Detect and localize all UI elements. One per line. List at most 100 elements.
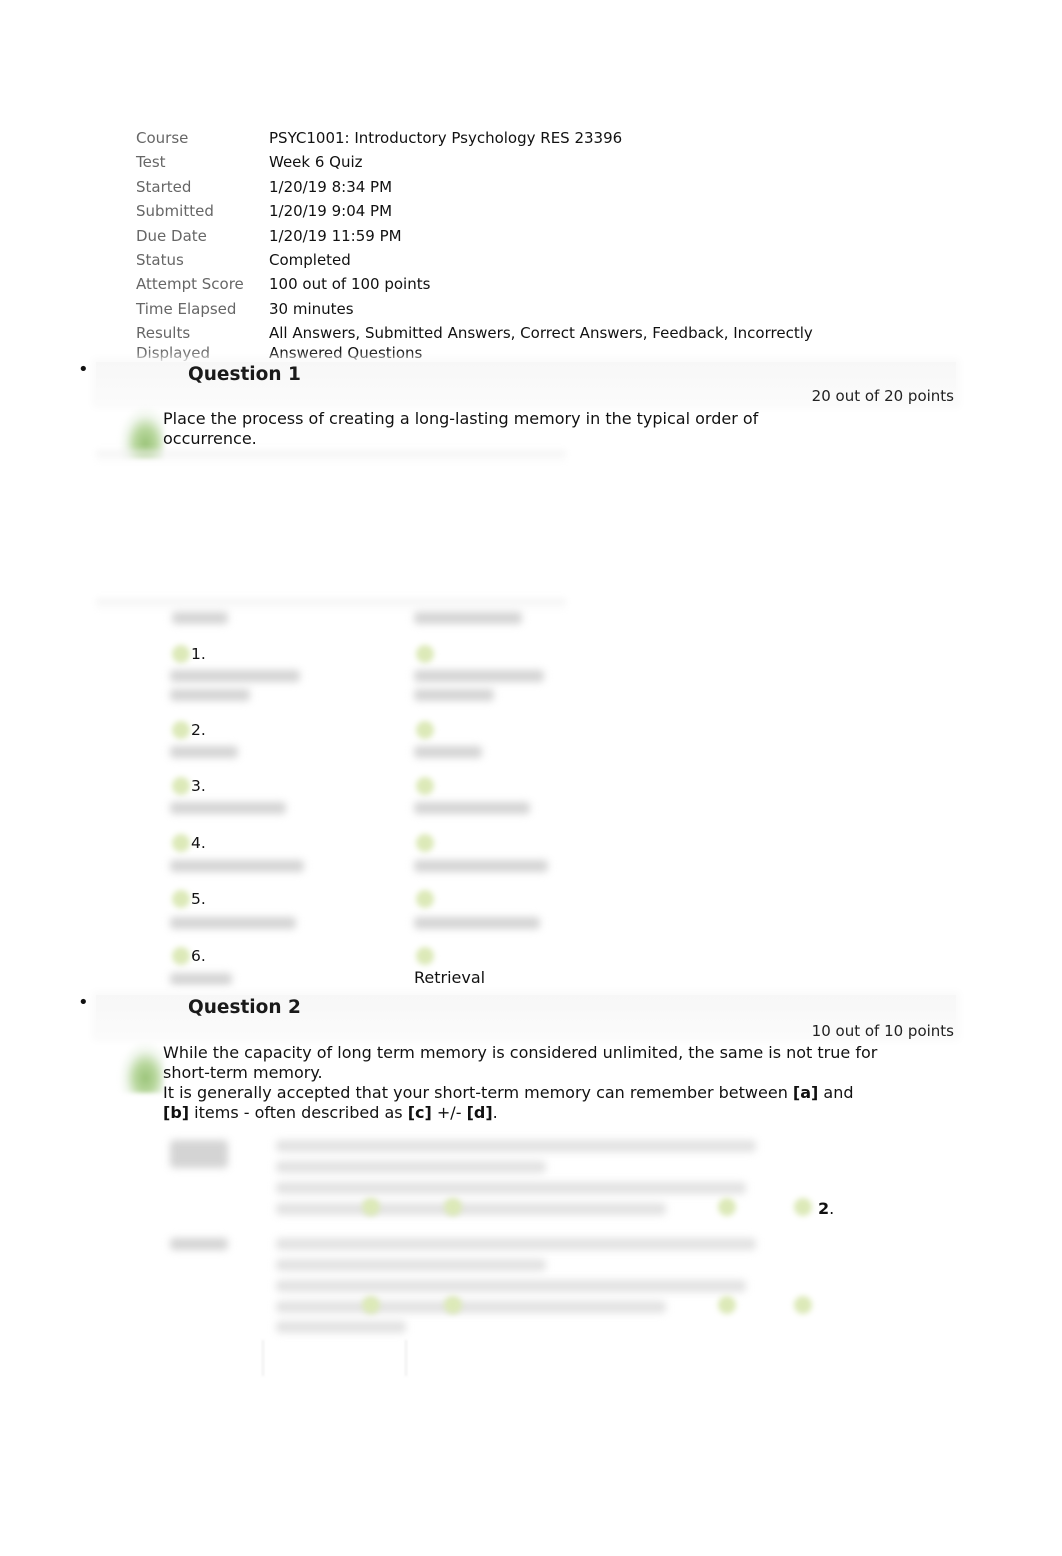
blank-b: [b]	[163, 1103, 190, 1122]
summary-value: Week 6 Quiz	[269, 153, 363, 172]
answer-number: 5.	[191, 890, 206, 908]
text-fragment: .	[492, 1103, 498, 1122]
answer-text-obscured	[276, 1203, 666, 1215]
summary-value: All Answers, Submitted Answers, Correct …	[269, 323, 889, 363]
correct-check-icon	[416, 777, 434, 795]
summary-value: 1/20/19 9:04 PM	[269, 202, 393, 221]
answer-text-obscured	[414, 670, 544, 682]
question-text: While the capacity of long term memory i…	[163, 1043, 883, 1123]
summary-label: Time Elapsed	[136, 299, 237, 318]
answer-text: Retrieval	[414, 968, 486, 987]
answer-text-obscured	[276, 1161, 546, 1173]
correct-check-icon	[172, 834, 190, 852]
answer-number: 4.	[191, 834, 206, 852]
answer-column-header-obscured	[172, 612, 228, 624]
divider	[262, 1340, 264, 1376]
list-bullet: •	[78, 359, 89, 380]
summary-row-course: Course PSYC1001: Introductory Psychology…	[136, 126, 889, 150]
answer-number: 3.	[191, 777, 206, 795]
correct-check-icon	[794, 1296, 812, 1314]
correct-check-icon	[172, 721, 190, 739]
correct-check-icon	[718, 1198, 736, 1216]
divider	[96, 450, 566, 464]
summary-row-test: Test Week 6 Quiz	[136, 150, 889, 174]
answer-text-obscured	[414, 689, 494, 701]
summary-value: PSYC1001: Introductory Psychology RES 23…	[269, 129, 623, 147]
answer-text-obscured	[170, 973, 232, 985]
answer-text-obscured	[276, 1140, 756, 1152]
summary-row-started: Started 1/20/19 8:34 PM	[136, 175, 889, 199]
correct-check-icon	[362, 1198, 380, 1216]
question-title: Question 2	[188, 997, 301, 1018]
correct-check-icon	[444, 1198, 462, 1216]
question-text-line: While the capacity of long term memory i…	[163, 1043, 878, 1082]
summary-value: 1/20/19 8:34 PM	[269, 177, 393, 196]
correct-check-icon	[416, 834, 434, 852]
summary-row-attempt-score: Attempt Score 100 out of 100 points	[136, 272, 889, 296]
correct-check-icon	[416, 947, 434, 965]
correct-check-icon	[794, 1198, 812, 1216]
blank-d: [d]	[466, 1103, 493, 1122]
answer-text-obscured	[276, 1301, 666, 1313]
text-fragment: +/-	[431, 1103, 467, 1122]
divider	[405, 1340, 407, 1376]
answer-number: 2.	[191, 721, 206, 739]
correct-check-icon	[718, 1296, 736, 1314]
answer-text-obscured	[276, 1259, 546, 1271]
answer-text-obscured	[414, 802, 530, 814]
answer-text-obscured	[414, 860, 548, 872]
answer-text-obscured	[170, 746, 238, 758]
correct-check-icon	[416, 890, 434, 908]
answer-label-obscured	[170, 1140, 228, 1168]
answer-column-header-obscured	[414, 612, 522, 624]
summary-value: Completed	[269, 251, 351, 270]
question-points: 10 out of 10 points	[811, 1022, 954, 1040]
answer-text-obscured	[170, 917, 296, 929]
blank-a: [a]	[792, 1083, 819, 1102]
attempt-summary: Course PSYC1001: Introductory Psychology…	[136, 126, 889, 363]
summary-label: Course	[136, 129, 189, 147]
correct-check-icon	[172, 890, 190, 908]
summary-value: 30 minutes	[269, 299, 354, 318]
answer-text-obscured	[276, 1182, 746, 1194]
summary-label: Submitted	[136, 202, 214, 221]
summary-label: Due Date	[136, 226, 207, 245]
answer-text-obscured	[276, 1280, 746, 1292]
answer-number: 1.	[191, 645, 206, 663]
summary-label: Test	[136, 153, 166, 172]
divider	[96, 598, 566, 612]
correct-check-icon	[172, 947, 190, 965]
answer-number: 6.	[191, 947, 206, 965]
summary-row-submitted: Submitted 1/20/19 9:04 PM	[136, 199, 889, 223]
answer-text-obscured	[276, 1321, 406, 1333]
summary-label: Results Displayed	[136, 323, 269, 363]
summary-value: 1/20/19 11:59 PM	[269, 226, 402, 245]
answer-fragment: 2.	[818, 1199, 834, 1218]
answer-text-obscured	[170, 689, 250, 701]
summary-row-status: Status Completed	[136, 248, 889, 272]
blank-c: [c]	[407, 1103, 432, 1122]
answer-text-obscured	[414, 746, 482, 758]
answer-label-obscured	[170, 1238, 228, 1250]
correct-check-icon	[416, 645, 434, 663]
summary-row-time-elapsed: Time Elapsed 30 minutes	[136, 297, 889, 321]
summary-label-line: Results	[136, 324, 191, 343]
question-points: 20 out of 20 points	[811, 387, 954, 405]
summary-value: 100 out of 100 points	[269, 275, 431, 294]
question-title: Question 1	[188, 364, 301, 385]
correct-check-icon	[120, 1043, 164, 1093]
summary-label: Status	[136, 251, 184, 270]
summary-label-line: Displayed	[136, 344, 211, 363]
summary-label: Started	[136, 177, 192, 196]
summary-value-line: All Answers, Submitted Answers, Correct …	[269, 324, 813, 343]
text-fragment: items - often described as	[189, 1103, 408, 1122]
summary-row-results-displayed: Results Displayed All Answers, Submitted…	[136, 323, 889, 363]
correct-check-icon	[416, 721, 434, 739]
correct-check-icon	[444, 1296, 462, 1314]
summary-value-line: Answered Questions	[269, 344, 423, 363]
text-fragment: and	[818, 1083, 854, 1102]
answer-fragment-tail: .	[829, 1199, 835, 1218]
correct-check-icon	[362, 1296, 380, 1314]
correct-check-icon	[172, 777, 190, 795]
answer-text-obscured	[170, 860, 304, 872]
